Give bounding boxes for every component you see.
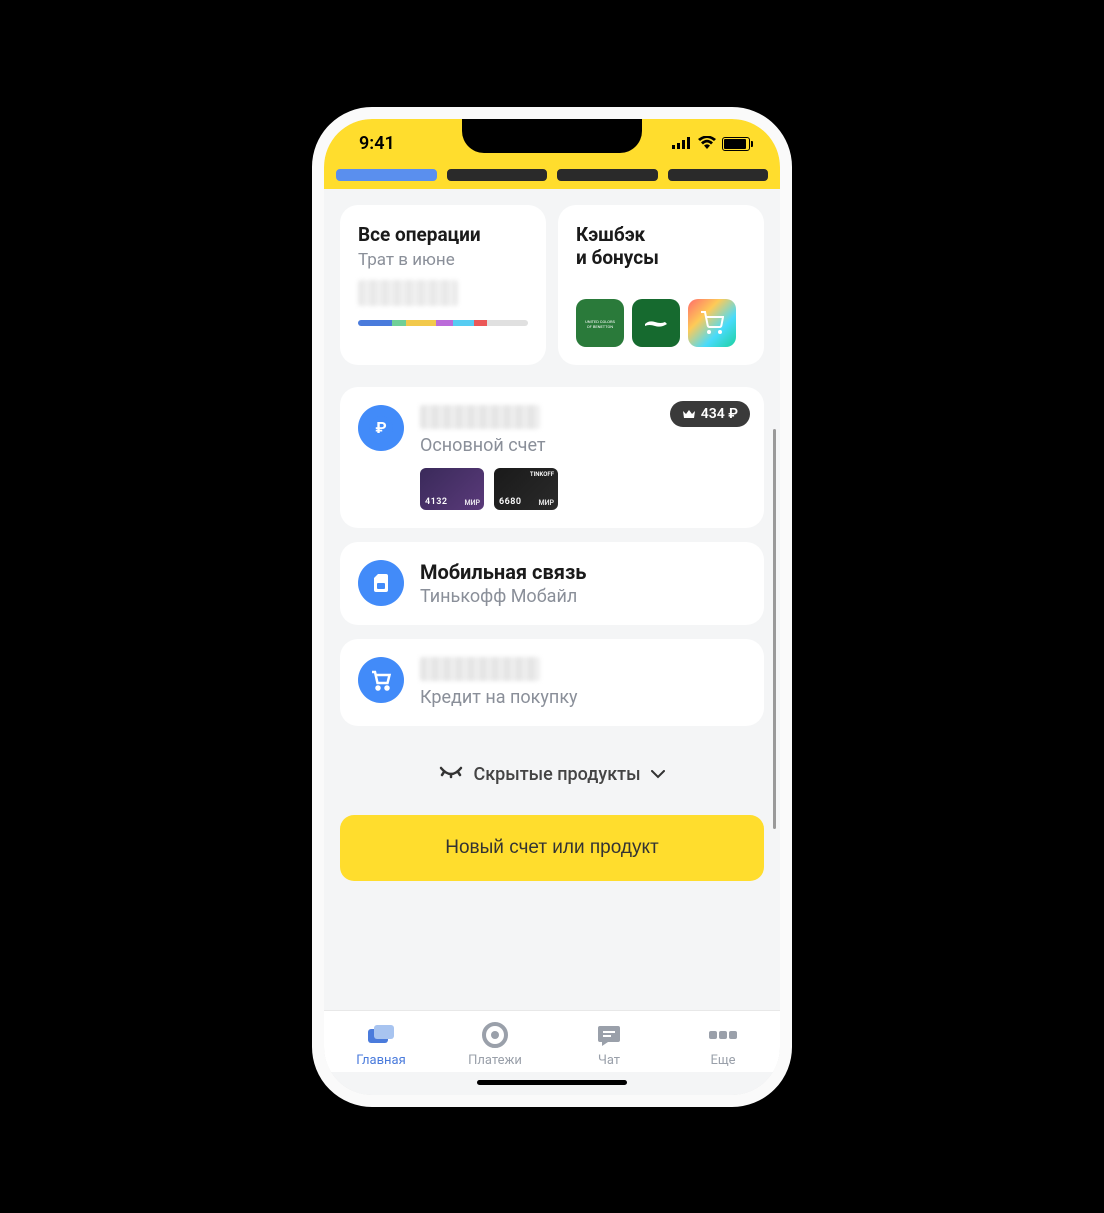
credit-subtitle: Кредит на покупку bbox=[420, 687, 746, 708]
mobile-title: Мобильная связь bbox=[420, 560, 746, 584]
home-indicator[interactable] bbox=[477, 1080, 627, 1085]
sim-icon bbox=[358, 560, 404, 606]
status-icons bbox=[672, 134, 750, 153]
partner-icon[interactable]: UNITED COLORSOF BENETTON bbox=[576, 299, 624, 347]
ruble-icon: ₽ bbox=[358, 405, 404, 451]
mobile-subtitle: Тинькофф Мобайл bbox=[420, 586, 746, 607]
screen: 9:41 Все операции Трат в bbox=[324, 119, 780, 1095]
card-strip[interactable] bbox=[324, 169, 780, 189]
credit-balance-hidden bbox=[420, 657, 540, 681]
cashback-badge[interactable]: 434 ₽ bbox=[670, 401, 750, 427]
tab-payments[interactable]: Платежи bbox=[438, 1021, 552, 1068]
content-scroll[interactable]: Все операции Трат в июне bbox=[324, 189, 780, 1010]
payments-tab-icon bbox=[480, 1021, 510, 1049]
tab-bar: Главная Платежи Чат Еще bbox=[324, 1010, 780, 1072]
credit-account-card[interactable]: Кредит на покупку bbox=[340, 639, 764, 726]
operations-title: Все операции bbox=[358, 223, 528, 247]
card-chip[interactable] bbox=[557, 169, 658, 181]
card-chip[interactable] bbox=[668, 169, 769, 181]
tab-more[interactable]: Еще bbox=[666, 1021, 780, 1068]
partner-icon[interactable] bbox=[632, 299, 680, 347]
operations-subtitle: Трат в июне bbox=[358, 250, 528, 270]
card-chip[interactable] bbox=[447, 169, 548, 181]
operations-amount-hidden bbox=[358, 280, 458, 306]
cart-icon bbox=[358, 657, 404, 703]
bank-card[interactable]: 4132 МИР bbox=[420, 468, 484, 510]
more-tab-icon bbox=[708, 1021, 738, 1049]
signal-icon bbox=[672, 134, 692, 153]
tab-home[interactable]: Главная bbox=[324, 1021, 438, 1068]
svg-text:OF BENETTON: OF BENETTON bbox=[587, 324, 613, 329]
operations-card[interactable]: Все операции Трат в июне bbox=[340, 205, 546, 365]
eye-closed-icon bbox=[439, 766, 463, 782]
cashback-title: Кэшбэк и бонусы bbox=[576, 223, 746, 271]
mobile-account-card[interactable]: Мобильная связь Тинькофф Мобайл bbox=[340, 542, 764, 625]
home-tab-icon bbox=[366, 1021, 396, 1049]
scrollbar[interactable] bbox=[773, 429, 776, 829]
chat-tab-icon bbox=[594, 1021, 624, 1049]
notch bbox=[462, 119, 642, 153]
status-time: 9:41 bbox=[359, 133, 395, 154]
chevron-down-icon bbox=[651, 770, 665, 779]
battery-icon bbox=[722, 137, 750, 151]
tab-chat[interactable]: Чат bbox=[552, 1021, 666, 1068]
bank-card[interactable]: TINKOFF 6680 МИР bbox=[494, 468, 558, 510]
main-account-card[interactable]: 434 ₽ ₽ Основной счет 4132 МИР TINKOFF bbox=[340, 387, 764, 528]
account-balance-hidden bbox=[420, 405, 540, 429]
partner-icon[interactable] bbox=[688, 299, 736, 347]
account-subtitle: Основной счет bbox=[420, 435, 746, 456]
card-chip[interactable] bbox=[336, 169, 437, 181]
phone-frame: 9:41 Все операции Трат в bbox=[312, 107, 792, 1107]
cashback-partners: UNITED COLORSOF BENETTON bbox=[576, 299, 746, 347]
crown-icon bbox=[682, 408, 696, 420]
linked-cards: 4132 МИР TINKOFF 6680 МИР bbox=[420, 468, 746, 510]
wifi-icon bbox=[698, 134, 716, 153]
cashback-card[interactable]: Кэшбэк и бонусы UNITED COLORSOF BENETTON bbox=[558, 205, 764, 365]
svg-text:₽: ₽ bbox=[375, 418, 386, 437]
spending-bar bbox=[358, 320, 528, 326]
hidden-products-toggle[interactable]: Скрытые продукты bbox=[340, 740, 764, 815]
new-product-button[interactable]: Новый счет или продукт bbox=[340, 815, 764, 881]
